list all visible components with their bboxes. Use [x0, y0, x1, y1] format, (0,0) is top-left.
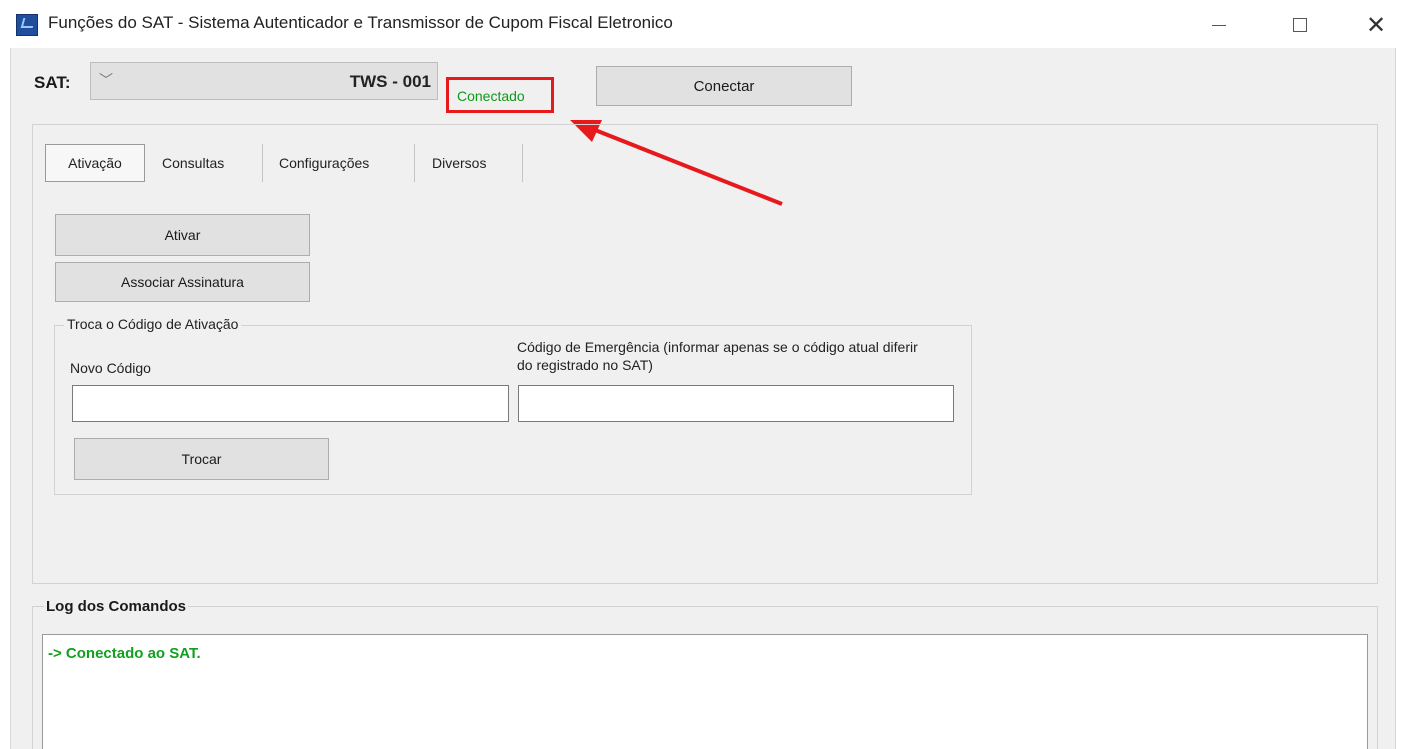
log-line: -> Conectado ao SAT. — [48, 645, 201, 662]
sat-selected-value: TWS - 001 — [349, 72, 431, 91]
close-icon: ✕ — [1365, 11, 1387, 39]
connect-button[interactable]: Conectar — [596, 66, 852, 106]
associar-assinatura-button[interactable]: Associar Assinatura — [55, 262, 310, 302]
tab-separator — [414, 144, 415, 182]
tab-ativacao[interactable]: Ativação — [45, 144, 145, 182]
sat-select[interactable]: ﹀ TWS - 001 — [90, 62, 438, 100]
emergencia-input[interactable] — [518, 385, 954, 422]
emergencia-label: Código de Emergência (informar apenas se… — [517, 339, 918, 373]
tab-configuracoes[interactable]: Configurações — [279, 144, 369, 182]
window-title: Funções do SAT - Sistema Autenticador e … — [48, 13, 673, 32]
tab-separator — [262, 144, 263, 182]
title-bar: Funções do SAT - Sistema Autenticador e … — [0, 0, 1403, 48]
maximize-button[interactable] — [1277, 8, 1323, 42]
sat-label: SAT: — [34, 73, 71, 92]
connection-status: Conectado — [457, 88, 525, 104]
change-code-group-title: Troca o Código de Ativação — [64, 316, 242, 332]
log-textarea[interactable] — [42, 634, 1368, 749]
novo-codigo-label: Novo Código — [70, 360, 151, 376]
trocar-button[interactable]: Trocar — [74, 438, 329, 480]
sat-app-icon — [16, 14, 38, 36]
tab-diversos[interactable]: Diversos — [432, 144, 486, 182]
chevron-down-icon[interactable]: ﹀ — [99, 70, 113, 90]
minimize-button[interactable] — [1196, 8, 1242, 42]
ativar-button[interactable]: Ativar — [55, 214, 310, 256]
tab-consultas[interactable]: Consultas — [162, 144, 224, 182]
status-highlight-box: Conectado — [446, 77, 554, 113]
tab-separator — [522, 144, 523, 182]
close-button[interactable]: ✕ — [1353, 8, 1399, 42]
log-title: Log dos Comandos — [44, 598, 188, 615]
novo-codigo-input[interactable] — [72, 385, 509, 422]
